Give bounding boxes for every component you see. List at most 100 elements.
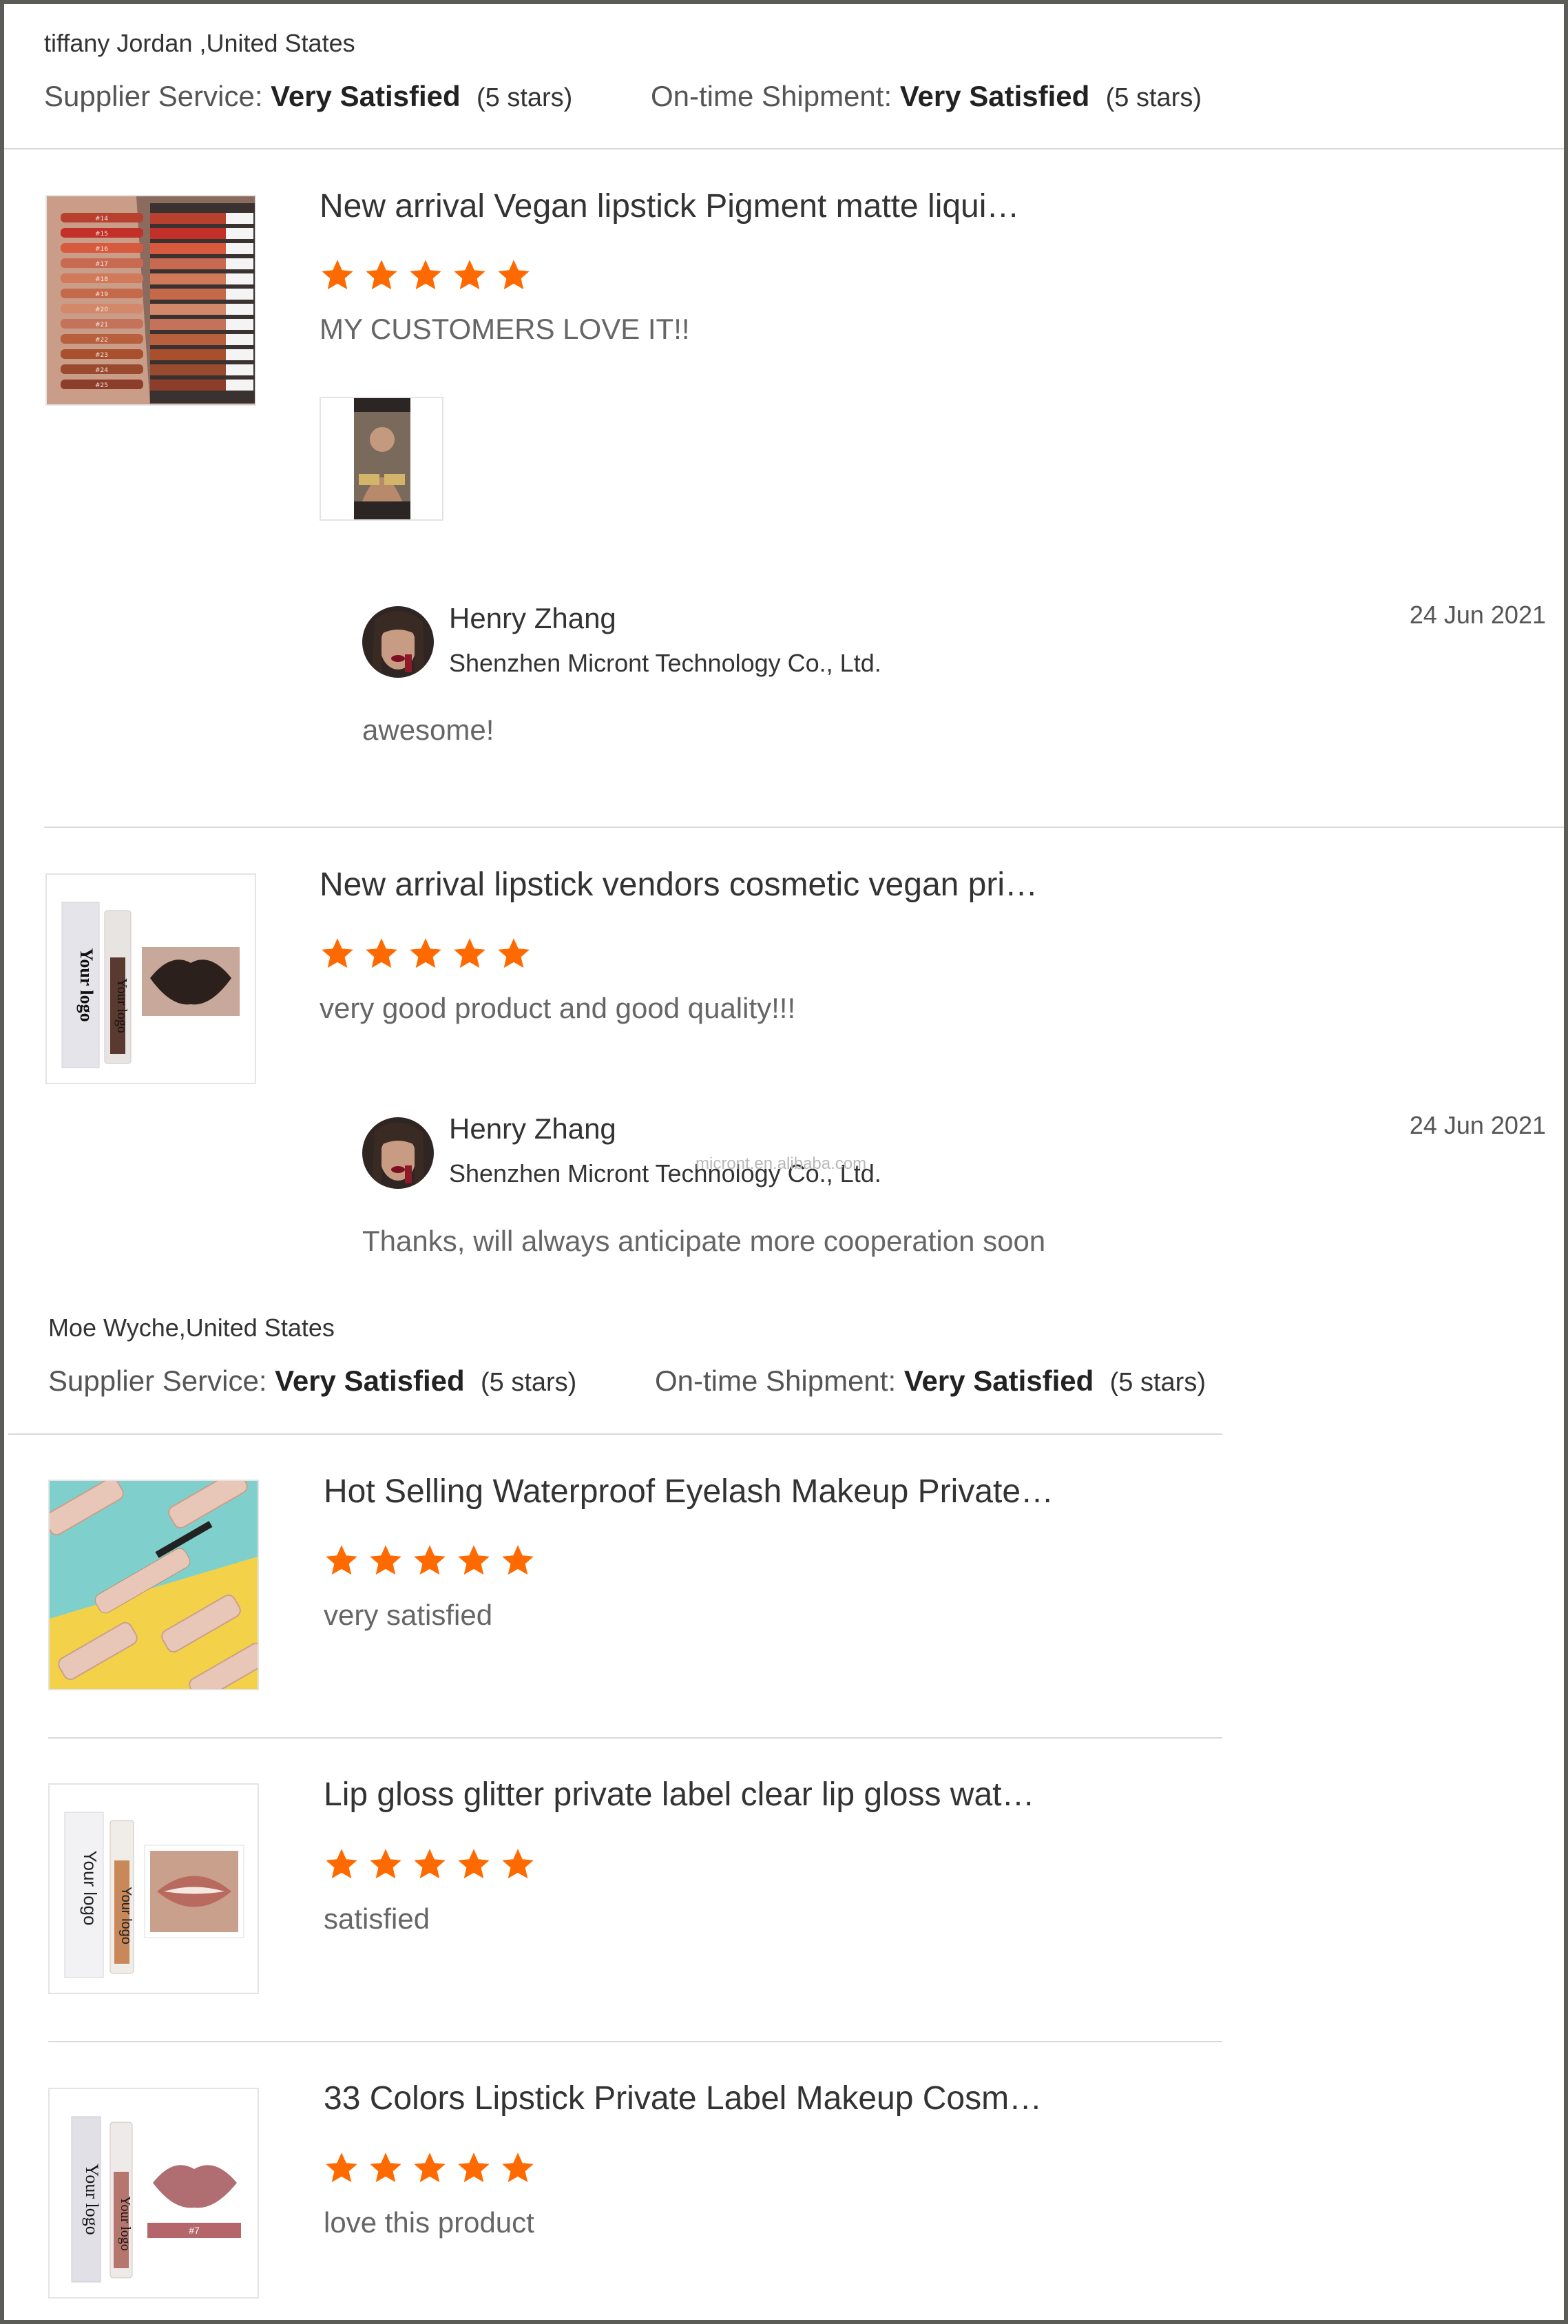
customer-photo [321,398,442,519]
lipstick-cap [226,273,253,284]
swatch-label: #24 [95,367,108,374]
tube-logo-text: Your logo [118,2196,133,2251]
swatch-label: #21 [95,322,108,329]
lipstick-tube [150,258,226,269]
swatch-label: #18 [95,276,108,283]
shipment-label: On-time Shipment: [655,1365,897,1397]
reply-author: Henry Zhang [449,602,616,634]
star-icon [498,938,530,968]
star-icon [410,938,441,968]
buyer-name: tiffany Jordan ,United States [44,29,355,57]
divider [8,1433,1222,1435]
product-title[interactable]: Hot Selling Waterproof Eyelash Makeup Pr… [324,1473,1054,1511]
reply-text: Thanks, will always anticipate more coop… [362,1225,1046,1257]
supplier-service-stars: (5 stars) [480,1368,577,1397]
supplier-service-value: Very Satisfied [275,1365,465,1397]
lipstick-tube [150,364,226,375]
star-icon [326,1849,357,1879]
swatch-label: #16 [95,246,108,253]
product-title[interactable]: New arrival Vegan lipstick Pigment matte… [320,187,1019,225]
swatch-label: #19 [95,291,108,298]
swatch-label: #22 [95,337,108,344]
shipment-stars: (5 stars) [1109,1368,1206,1397]
star-icon [414,1849,446,1879]
lipstick-cap [226,380,253,391]
lipstick-tube [150,213,226,224]
star-rating [324,2150,536,2186]
lipstick-cap [226,243,253,254]
swatch-label: #20 [95,307,108,313]
star-icon [322,260,353,290]
star-rating [324,1543,536,1579]
tube-logo-text: Your logo [118,1887,134,1944]
product-thumbnail[interactable]: Your logo Your logo #7 [48,2088,259,2299]
matte-lipstick-image: Your logo Your logo #7 [50,2089,258,2297]
lipstick-cap [226,349,253,360]
lipstick-cap [226,364,253,375]
box-logo-text: Your logo [80,1851,101,1926]
lipstick-tube [150,334,226,345]
lipstick-cap [226,304,253,315]
avatar [362,606,434,678]
star-icon [454,938,485,968]
product-thumbnail[interactable]: #14 #15 #16 #17 #18 #19 #20 #21 #22 #23 #24 #25 [45,195,256,406]
reply-company[interactable]: Shenzhen Micront Technology Co., Ltd. [449,649,881,678]
watermark: micront.en.alibaba.com [696,1154,867,1173]
supplier-service-label: Supplier Service: [48,1365,267,1397]
product-title[interactable]: 33 Colors Lipstick Private Label Makeup … [324,2079,1042,2117]
divider [48,1737,1222,1739]
star-icon [410,260,441,290]
star-icon [454,260,485,290]
product-thumbnail[interactable] [48,1480,259,1690]
star-icon [502,1545,534,1575]
product-title[interactable]: New arrival lipstick vendors cosmetic ve… [320,866,1038,904]
mascara-image [50,1481,258,1689]
lipstick-tube [150,243,226,254]
shipment-rating: On-time Shipment: Very Satisfied (5 star… [655,1365,1206,1398]
shipment-stars: (5 stars) [1105,83,1202,112]
star-icon [366,260,397,290]
review-photo[interactable] [320,397,443,521]
lipstick-cap [226,228,253,239]
supplier-service-rating: Supplier Service: Very Satisfied (5 star… [44,80,572,113]
lipstick-tube [150,304,226,315]
supplier-service-value: Very Satisfied [271,80,461,112]
lipstick-tube [150,349,226,360]
review-comment: love this product [324,2206,534,2239]
star-rating [324,1847,536,1882]
star-icon [370,2152,401,2183]
star-icon [366,938,397,968]
supplier-service-stars: (5 stars) [476,83,573,112]
star-icon [458,2152,490,2183]
star-icon [502,2152,534,2183]
review-comment: MY CUSTOMERS LOVE IT!! [320,313,690,345]
supplier-service-label: Supplier Service: [44,80,263,112]
swatch-label: #14 [95,216,108,222]
avatar [362,1117,434,1189]
product-thumbnail[interactable]: Your logo Your logo [45,873,256,1084]
box-logo-text: Your logo [82,2164,102,2235]
lip-gloss-image: Your logo Your logo [50,1785,258,1993]
shipment-label: On-time Shipment: [651,80,892,112]
reply-date: 24 Jun 2021 [1409,601,1546,629]
product-thumbnail[interactable]: Your logo Your logo [48,1783,259,1994]
shipment-value: Very Satisfied [903,1365,1094,1397]
star-icon [326,1545,357,1575]
supplier-service-rating: Supplier Service: Very Satisfied (5 star… [48,1365,576,1398]
divider [48,2041,1222,2042]
lipstick-cap [226,213,253,224]
star-icon [502,1849,534,1879]
product-title[interactable]: Lip gloss glitter private label clear li… [324,1776,1034,1814]
star-icon [322,938,353,968]
buyer-name: Moe Wyche,United States [48,1314,335,1342]
divider [4,148,1564,149]
lipstick-cap [226,258,253,269]
review-comment: very satisfied [324,1599,493,1631]
lipstick-box-image: Your logo Your logo [47,875,255,1083]
star-rating [320,258,532,293]
swatch-label: #15 [95,231,108,238]
reply-author: Henry Zhang [449,1112,616,1145]
lipstick-tube [150,228,226,239]
box-logo-text: Your logo [76,948,96,1021]
lipstick-tube [150,273,226,284]
